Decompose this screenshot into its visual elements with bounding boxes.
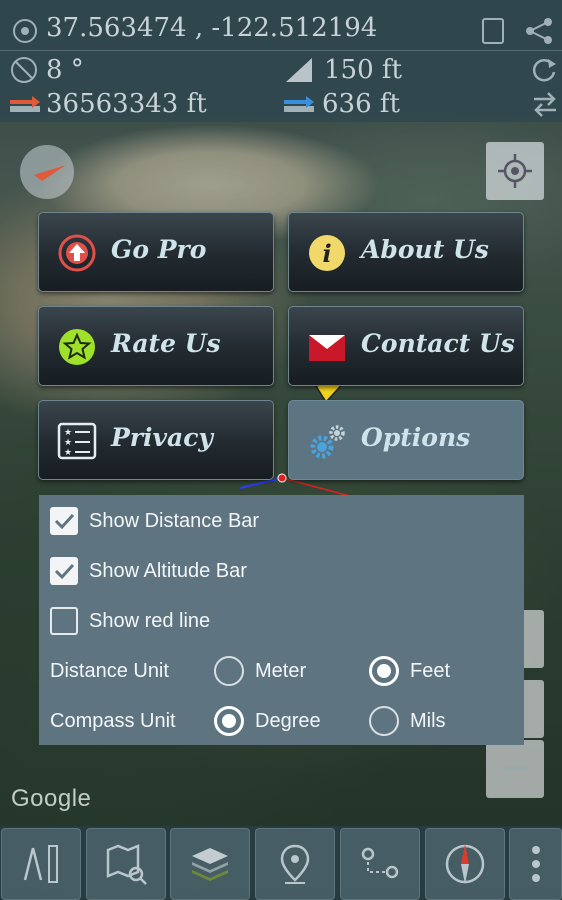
divider [0,50,562,51]
compass-needle-icon [34,165,66,181]
upgrade-icon [58,234,96,272]
map-compass-button[interactable] [20,145,74,199]
measure-tool-button[interactable] [1,828,81,900]
about-us-button[interactable]: i About Us [288,212,524,292]
route-icon [361,847,399,879]
privacy-label: Privacy [111,423,213,452]
options-label: Options [361,423,471,452]
radio-meter[interactable] [214,656,244,686]
distance-total-icon [10,96,40,112]
privacy-button[interactable]: ★ ★ ★ Privacy [38,400,274,480]
crosshair-icon [498,154,532,188]
svg-text:i: i [322,239,331,268]
compass-unit-label: Compass Unit [50,709,176,732]
checkmark-icon [54,563,75,580]
google-attribution: Google [11,785,92,812]
location-pin-icon [280,844,310,884]
show-distance-bar-checkbox[interactable] [50,507,78,535]
coordinates-text: 37.563474 , -122.512194 [46,13,378,43]
altitude-text: 150 ft [324,55,402,85]
show-red-line-label: Show red line [89,609,211,632]
star-icon [59,329,95,365]
map-search-button[interactable] [86,828,166,900]
gears-icon [310,425,345,459]
options-panel: Show Distance Bar Show Altitude Bar Show… [39,495,524,745]
svg-text:★: ★ [64,428,72,438]
go-pro-label: Go Pro [111,235,207,264]
distance-segment-text: 636 ft [322,89,400,119]
more-menu-button[interactable] [509,828,562,900]
map-search-icon [106,844,147,885]
distance-unit-row: Distance Unit Meter Feet [39,646,524,696]
distance-segment-icon [284,96,314,112]
about-us-label: About Us [361,235,489,264]
angle-icon [11,57,37,83]
distance-row: 36563343 ft 636 ft [0,86,562,122]
svg-text:★: ★ [64,448,72,458]
rate-us-label: Rate Us [111,329,221,358]
layers-button[interactable] [170,828,250,900]
gps-icon [13,19,37,43]
compass-icon [445,844,485,884]
compass-button[interactable] [425,828,505,900]
compass-unit-row: Compass Unit Degree Mils [39,696,524,746]
zoom-out-button[interactable] [486,740,544,798]
my-location-button[interactable] [486,142,544,200]
info-icon: i [309,235,345,271]
route-button[interactable] [340,828,420,900]
show-altitude-bar-row[interactable]: Show Altitude Bar [39,546,524,596]
options-button[interactable]: Options [288,400,524,480]
show-red-line-row[interactable]: Show red line [39,596,524,646]
layers-icon [192,848,228,881]
distance-total-text: 36563343 ft [46,89,207,119]
info-bar: 37.563474 , -122.512194 8 ° 150 ft 36563… [0,0,562,122]
share-icon[interactable] [524,16,554,46]
more-vert-icon [531,846,540,882]
show-distance-bar-row[interactable]: Show Distance Bar [39,496,524,546]
meter-label[interactable]: Meter [255,660,306,683]
coordinates-row: 37.563474 , -122.512194 [0,8,562,48]
distance-unit-label: Distance Unit [50,659,169,682]
ruler-compass-icon [23,845,58,883]
swap-icon[interactable] [530,90,560,118]
svg-text:★: ★ [64,438,72,448]
altitude-icon [286,58,312,82]
show-altitude-bar-checkbox[interactable] [50,557,78,585]
rate-us-button[interactable]: Rate Us [38,306,274,386]
go-pro-button[interactable]: Go Pro [38,212,274,292]
angle-altitude-row: 8 ° 150 ft [0,52,562,88]
checkmark-icon [54,513,75,530]
minus-icon [502,767,528,770]
contact-us-button[interactable]: Contact Us [288,306,524,386]
contact-us-label: Contact Us [361,329,515,358]
mail-icon [309,335,345,361]
show-red-line-checkbox[interactable] [50,607,78,635]
bottom-toolbar [0,826,562,900]
degree-label[interactable]: Degree [255,710,321,733]
radio-feet[interactable] [369,656,399,686]
refresh-icon[interactable] [530,56,558,84]
privacy-list-icon: ★ ★ ★ [57,422,97,460]
feet-label[interactable]: Feet [410,660,450,683]
angle-text: 8 ° [46,55,84,85]
location-pin-button[interactable] [255,828,335,900]
radio-mils[interactable] [369,706,399,736]
copy-icon[interactable] [480,16,508,46]
show-distance-bar-label: Show Distance Bar [89,509,260,532]
radio-degree[interactable] [214,706,244,736]
show-altitude-bar-label: Show Altitude Bar [89,559,247,582]
mils-label[interactable]: Mils [410,710,446,733]
